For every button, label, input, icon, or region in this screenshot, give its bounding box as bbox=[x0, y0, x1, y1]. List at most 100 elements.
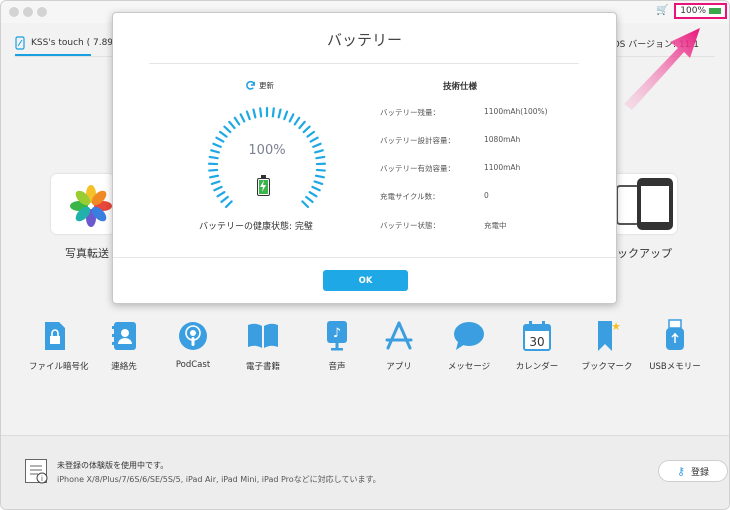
gauge-tick bbox=[209, 174, 220, 179]
tool-label: 電子書籍 bbox=[245, 362, 280, 372]
usb-icon bbox=[658, 319, 692, 353]
tool-label: USBメモリー bbox=[649, 362, 701, 372]
book-icon bbox=[246, 319, 280, 353]
spec-value: 1100mAh bbox=[484, 163, 521, 172]
gauge-tick bbox=[216, 191, 226, 198]
gauge-tick bbox=[271, 107, 275, 118]
gauge-tick bbox=[293, 116, 301, 126]
spec-value: 0 bbox=[484, 191, 489, 200]
tool-audio[interactable]: ♪ 音声 bbox=[311, 319, 363, 372]
battery-dialog: バッテリー 更新 100% バッテリーの健康状態: 完璧 技術仕様 バッテリー残… bbox=[112, 12, 617, 304]
divider bbox=[113, 257, 616, 258]
tool-podcast[interactable]: PodCast bbox=[167, 319, 219, 370]
backup-label: ックアップ bbox=[617, 247, 672, 260]
bookmark-icon: ★ bbox=[590, 319, 624, 353]
minimize-window-button[interactable] bbox=[23, 7, 33, 17]
tool-label: 音声 bbox=[328, 362, 346, 372]
register-label: 登録 bbox=[691, 467, 710, 478]
calendar-icon: 30 bbox=[520, 319, 554, 353]
battery-health: バッテリーの健康状態: 完璧 bbox=[199, 222, 313, 232]
divider bbox=[149, 63, 579, 64]
bottom-bar bbox=[1, 435, 729, 509]
zoom-window-button[interactable] bbox=[37, 7, 47, 17]
tool-label: ブックマーク bbox=[581, 362, 633, 372]
photo-transfer-card[interactable] bbox=[51, 174, 115, 234]
spec-value: 1080mAh bbox=[484, 135, 521, 144]
calendar-day: 30 bbox=[529, 335, 544, 349]
refresh-icon bbox=[246, 80, 255, 90]
svg-text:♪: ♪ bbox=[333, 326, 341, 341]
spec-key: バッテリー設計容量： bbox=[380, 136, 455, 145]
trial-document-icon: i bbox=[25, 459, 48, 484]
gauge-tick bbox=[283, 110, 289, 121]
tool-ebooks[interactable]: 電子書籍 bbox=[237, 319, 289, 372]
tool-messages[interactable]: メッセージ bbox=[443, 319, 495, 372]
gauge-tick bbox=[308, 191, 318, 198]
trial-notice: 未登録の体験版を使用中です。 bbox=[57, 461, 169, 470]
lock-icon bbox=[38, 319, 72, 353]
gauge-tick bbox=[220, 195, 229, 204]
register-button[interactable]: ⚷ 登録 bbox=[658, 460, 728, 482]
gauge-tick bbox=[213, 185, 223, 192]
spec-key: バッテリー有効容量： bbox=[380, 164, 455, 173]
gauge-tick bbox=[218, 130, 228, 138]
battery-percent: 100% bbox=[248, 143, 286, 158]
spec-key: 充電サイクル数： bbox=[380, 192, 440, 201]
gauge-tick bbox=[224, 200, 233, 209]
gauge-tick bbox=[314, 174, 325, 179]
spec-title: 技術仕様 bbox=[443, 82, 478, 92]
gauge-tick bbox=[223, 125, 232, 134]
titlebar-right: 🛒 100% bbox=[656, 1, 727, 21]
microphone-icon: ♪ bbox=[320, 319, 354, 353]
tool-calendar[interactable]: 30 カレンダー bbox=[511, 319, 563, 372]
tool-label: カレンダー bbox=[515, 362, 559, 372]
key-icon: ⚷ bbox=[676, 464, 686, 478]
gauge-tick bbox=[233, 116, 241, 126]
gauge-tick bbox=[313, 180, 324, 186]
message-icon bbox=[452, 319, 486, 353]
gauge-tick bbox=[301, 200, 310, 209]
refresh-label: 更新 bbox=[259, 81, 274, 90]
charging-battery-icon bbox=[257, 175, 270, 196]
photo-transfer-label: 写真転送 bbox=[65, 247, 109, 260]
device-icon bbox=[15, 36, 25, 50]
supported-devices-text: iPhone X/8/Plus/7/6S/6/SE/5S/5, iPad Air… bbox=[57, 475, 381, 484]
tool-file-encryption[interactable]: ファイル暗号化 bbox=[29, 319, 89, 372]
gauge-tick bbox=[259, 107, 263, 118]
gauge-tick bbox=[215, 136, 225, 143]
tool-label: PodCast bbox=[175, 360, 211, 370]
podcast-icon bbox=[176, 319, 210, 353]
close-window-button[interactable] bbox=[9, 7, 19, 17]
ok-button[interactable]: OK bbox=[323, 270, 408, 291]
refresh-button[interactable]: 更新 bbox=[245, 80, 274, 91]
gauge-tick bbox=[298, 120, 306, 130]
gauge-tick bbox=[245, 110, 251, 121]
device-tab[interactable]: KSS's touch ( 7.89GB bbox=[15, 36, 126, 56]
tool-label: ファイル暗号化 bbox=[29, 362, 89, 372]
battery-gauge bbox=[207, 106, 327, 209]
svg-text:i: i bbox=[41, 475, 43, 483]
contacts-icon bbox=[107, 319, 141, 353]
spec-key: バッテリー残量： bbox=[380, 108, 440, 117]
spec-key: バッテリー状態： bbox=[380, 221, 440, 230]
battery-status-label: 100% bbox=[680, 6, 706, 16]
tool-label: 連絡先 bbox=[111, 362, 137, 372]
tool-apps[interactable]: アプリ bbox=[373, 319, 425, 372]
gauge-tick bbox=[305, 195, 314, 204]
battery-status-button[interactable]: 100% bbox=[674, 3, 727, 19]
tool-contacts[interactable]: 連絡先 bbox=[98, 319, 150, 372]
tool-label: メッセージ bbox=[447, 362, 491, 372]
tool-bookmarks[interactable]: ★ ブックマーク bbox=[581, 319, 633, 372]
backup-devices-icon bbox=[616, 178, 673, 230]
photos-icon bbox=[70, 185, 112, 227]
gauge-tick bbox=[252, 108, 257, 119]
spec-value: 1100mAh(100%) bbox=[484, 107, 548, 116]
gauge-tick bbox=[302, 125, 311, 134]
gauge-tick bbox=[306, 130, 316, 138]
gauge-tick bbox=[315, 168, 326, 172]
appstore-icon bbox=[382, 319, 416, 353]
tool-usb[interactable]: USBメモリー bbox=[649, 319, 701, 372]
cart-icon[interactable]: 🛒 bbox=[656, 6, 668, 16]
gauge-tick bbox=[228, 120, 236, 130]
backup-card[interactable] bbox=[613, 174, 677, 234]
